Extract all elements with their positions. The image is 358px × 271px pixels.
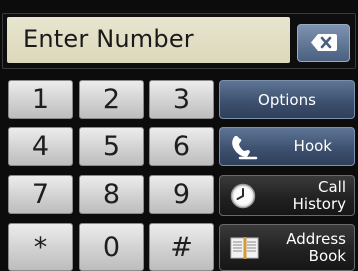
key-hash[interactable]: # (149, 223, 214, 271)
number-input[interactable]: Enter Number (7, 17, 290, 63)
address-book-label-line2: Book (308, 246, 346, 265)
key-0[interactable]: 0 (79, 223, 144, 271)
phone-dial-screen: Enter Number 1 2 3 4 5 6 7 8 9 * 0 # Opt… (0, 0, 358, 271)
key-6[interactable]: 6 (149, 127, 214, 166)
options-label: Options (258, 90, 316, 109)
options-button[interactable]: Options (219, 80, 355, 119)
address-book-label-line1: Address (286, 229, 346, 248)
key-star[interactable]: * (8, 223, 73, 271)
call-history-label-line2: History (292, 194, 346, 213)
call-history-button[interactable]: Call History (219, 175, 355, 216)
hook-label: Hook (293, 137, 332, 155)
phone-handset-icon (232, 136, 258, 160)
key-9[interactable]: 9 (149, 175, 214, 214)
key-4[interactable]: 4 (8, 127, 73, 166)
book-icon (230, 237, 259, 259)
backspace-button[interactable] (297, 24, 350, 62)
address-book-button[interactable]: Address Book (219, 224, 355, 271)
key-2[interactable]: 2 (79, 80, 144, 119)
key-3[interactable]: 3 (149, 80, 214, 119)
key-7[interactable]: 7 (8, 175, 73, 214)
clock-icon (230, 183, 256, 209)
number-entry-bar: Enter Number (2, 13, 356, 69)
number-input-placeholder: Enter Number (23, 25, 194, 53)
key-5[interactable]: 5 (79, 127, 144, 166)
key-1[interactable]: 1 (8, 80, 73, 119)
hook-button[interactable]: Hook (219, 127, 355, 166)
key-8[interactable]: 8 (79, 175, 144, 214)
call-history-label-line1: Call (317, 177, 346, 196)
backspace-icon (311, 34, 337, 51)
